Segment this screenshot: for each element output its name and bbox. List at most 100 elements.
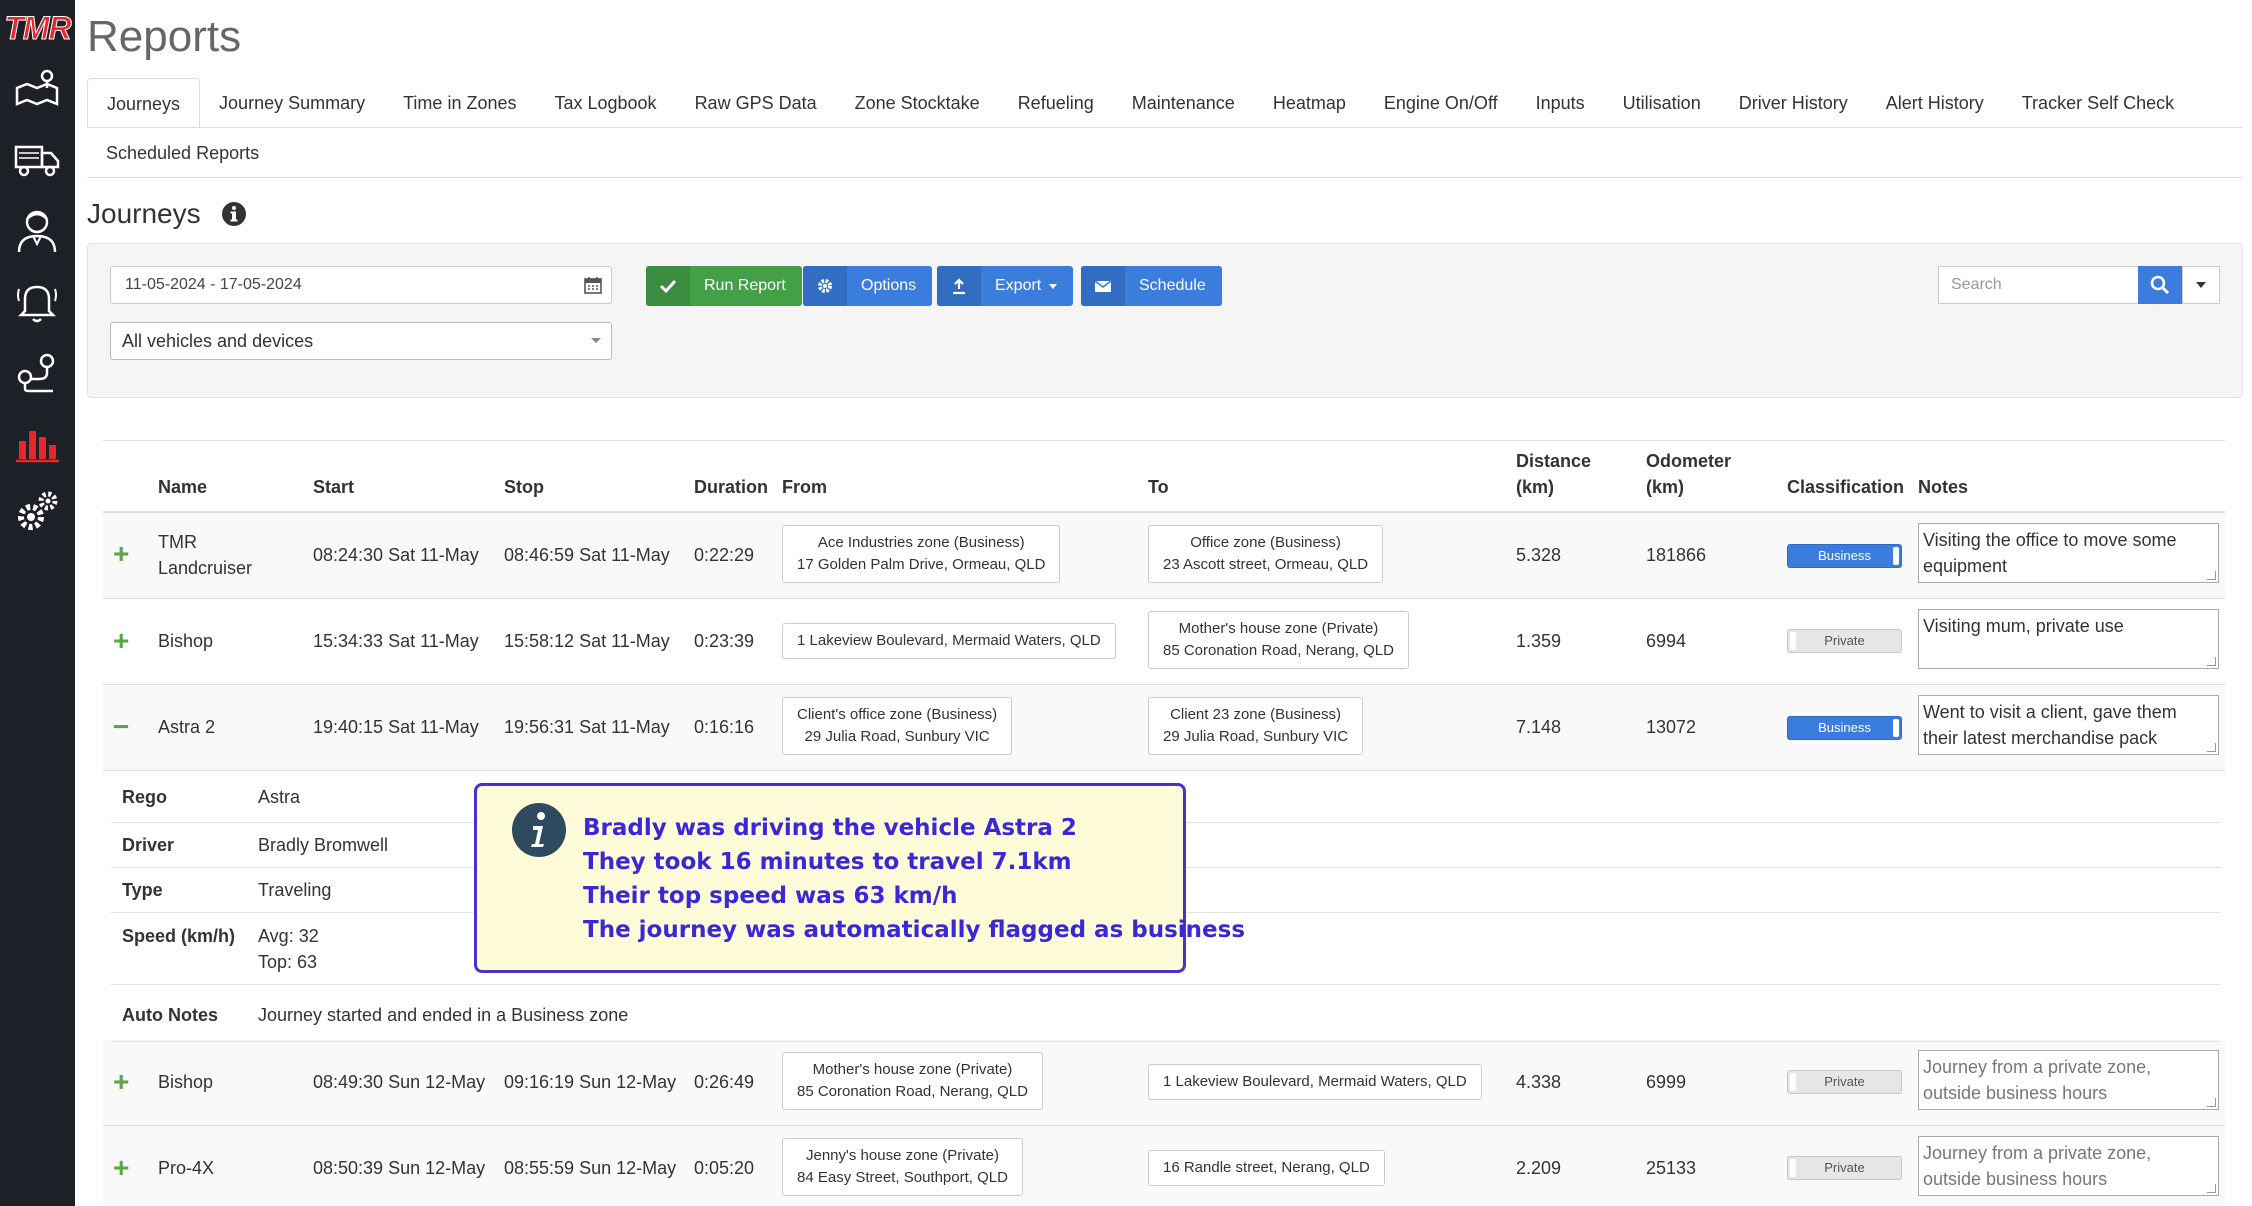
col-header-classification[interactable]: Classification bbox=[1787, 474, 1904, 500]
from-zone[interactable]: Ace Industries zone (Business) 17 Golden… bbox=[782, 525, 1061, 583]
tab-utilisation[interactable]: Utilisation bbox=[1604, 78, 1720, 128]
bar-chart-icon bbox=[16, 431, 59, 463]
classification-toggle[interactable]: Private bbox=[1787, 629, 1902, 653]
to-zone[interactable]: Client 23 zone (Business) 29 Julia Road,… bbox=[1148, 697, 1364, 755]
calendar-icon[interactable] bbox=[583, 275, 603, 295]
table-row[interactable]: + TMR Landcruiser 08:24:30 Sat 11-May 08… bbox=[103, 513, 2225, 599]
info-icon[interactable] bbox=[221, 201, 247, 227]
table-row[interactable]: − Astra 2 19:40:15 Sat 11-May 19:56:31 S… bbox=[103, 685, 2225, 771]
col-header-duration[interactable]: Duration bbox=[694, 474, 768, 500]
to-zone[interactable]: 1 Lakeview Boulevard, Mermaid Waters, QL… bbox=[1148, 1064, 1482, 1100]
truck-icon bbox=[14, 145, 60, 177]
table-row[interactable]: + Bishop 08:49:30 Sun 12-May 09:16:19 Su… bbox=[103, 1040, 2225, 1126]
sidebar-item-journeys[interactable] bbox=[9, 62, 65, 118]
expand-icon[interactable]: + bbox=[113, 627, 129, 655]
sidebar-item-vehicles[interactable] bbox=[9, 131, 65, 187]
col-header-name[interactable]: Name bbox=[158, 474, 207, 500]
row-duration: 0:22:29 bbox=[694, 545, 755, 565]
detail-value-avg: Avg: 32 bbox=[258, 926, 319, 946]
tab-tax-logbook[interactable]: Tax Logbook bbox=[535, 78, 675, 128]
tab-zone-stocktake[interactable]: Zone Stocktake bbox=[836, 78, 999, 128]
map-route-icon bbox=[15, 69, 59, 106]
tab-tracker-self-check[interactable]: Tracker Self Check bbox=[2003, 78, 2193, 128]
detail-label: Driver bbox=[122, 835, 175, 855]
chevron-down-icon bbox=[591, 338, 601, 343]
notes-textarea[interactable]: Journey from a private zone, outside bus… bbox=[1918, 1050, 2219, 1110]
notes-textarea[interactable]: Visiting mum, private use bbox=[1918, 609, 2219, 669]
detail-value: Bradly Bromwell bbox=[258, 835, 389, 855]
to-zone-address: 1 Lakeview Boulevard, Mermaid Waters, QL… bbox=[1163, 1073, 1467, 1090]
notes-textarea[interactable]: Went to visit a client, gave them their … bbox=[1918, 695, 2219, 755]
expand-icon[interactable]: + bbox=[113, 540, 129, 568]
sidebar-item-zones[interactable] bbox=[9, 343, 65, 399]
row-distance: 5.328 bbox=[1516, 545, 1562, 565]
col-header-to[interactable]: To bbox=[1148, 474, 1169, 500]
tmr-logo[interactable]: TMR bbox=[0, 10, 75, 47]
search-button[interactable] bbox=[2138, 266, 2182, 304]
sidebar-item-settings[interactable] bbox=[9, 483, 65, 539]
col-header-notes[interactable]: Notes bbox=[1918, 474, 1968, 500]
row-distance: 4.338 bbox=[1516, 1072, 1562, 1092]
from-zone[interactable]: Client's office zone (Business) 29 Julia… bbox=[782, 697, 1013, 755]
from-zone[interactable]: Jenny's house zone (Private) 84 Easy Str… bbox=[782, 1138, 1023, 1196]
to-zone[interactable]: Mother's house zone (Private) 85 Coronat… bbox=[1148, 611, 1409, 669]
table-row[interactable]: + Bishop 15:34:33 Sat 11-May 15:58:12 Sa… bbox=[103, 599, 2225, 685]
from-zone-address: 17 Golden Palm Drive, Ormeau, QLD bbox=[797, 556, 1046, 573]
tab-journey-summary[interactable]: Journey Summary bbox=[200, 78, 384, 128]
search-placeholder: Search bbox=[1951, 276, 2002, 293]
from-zone[interactable]: Mother's house zone (Private) 85 Coronat… bbox=[782, 1052, 1043, 1110]
chevron-down-icon bbox=[1049, 283, 1058, 289]
date-range-input[interactable]: 11-05-2024 - 17-05-2024 bbox=[110, 266, 612, 304]
to-zone-name: Office zone (Business) bbox=[1190, 534, 1341, 551]
callout-line: Bradly was driving the vehicle Astra 2 bbox=[583, 815, 1077, 841]
row-name-line2: Landcruiser bbox=[158, 558, 253, 578]
expand-icon[interactable]: + bbox=[113, 1068, 129, 1096]
to-zone[interactable]: 16 Randle street, Nerang, QLD bbox=[1148, 1150, 1385, 1186]
tab-driver-history[interactable]: Driver History bbox=[1720, 78, 1867, 128]
classification-toggle[interactable]: Private bbox=[1787, 1156, 1902, 1180]
col-header-from[interactable]: From bbox=[782, 474, 827, 500]
schedule-button[interactable]: Schedule bbox=[1081, 266, 1222, 306]
tab-refueling[interactable]: Refueling bbox=[999, 78, 1113, 128]
tab-alert-history[interactable]: Alert History bbox=[1867, 78, 2003, 128]
location-pin-icon bbox=[17, 353, 55, 393]
classification-toggle[interactable]: Private bbox=[1787, 1070, 1902, 1094]
search-options-dropdown[interactable] bbox=[2182, 266, 2220, 304]
row-odometer: 181866 bbox=[1646, 545, 1707, 565]
sidebar-item-reports[interactable] bbox=[9, 413, 65, 469]
tab-raw-gps-data[interactable]: Raw GPS Data bbox=[676, 78, 836, 128]
col-header-distance[interactable]: Distance (km) bbox=[1516, 448, 1591, 500]
tab-engine-on-off[interactable]: Engine On/Off bbox=[1365, 78, 1517, 128]
tab-scheduled-reports[interactable]: Scheduled Reports bbox=[87, 128, 278, 178]
classification-toggle[interactable]: Business bbox=[1787, 544, 1902, 568]
row-distance: 1.359 bbox=[1516, 631, 1562, 651]
classification-toggle[interactable]: Business bbox=[1787, 716, 1902, 740]
vehicle-select-value: All vehicles and devices bbox=[122, 331, 314, 351]
from-zone-address: 29 Julia Road, Sunbury VIC bbox=[804, 728, 990, 745]
to-zone[interactable]: Office zone (Business) 23 Ascott street,… bbox=[1148, 525, 1384, 583]
col-header-stop[interactable]: Stop bbox=[504, 474, 544, 500]
notes-textarea[interactable]: Visiting the office to move some equipme… bbox=[1918, 523, 2219, 583]
col-header-odometer[interactable]: Odometer (km) bbox=[1646, 448, 1731, 500]
export-button[interactable]: Export bbox=[937, 266, 1074, 306]
tab-heatmap[interactable]: Heatmap bbox=[1254, 78, 1365, 128]
table-row[interactable]: + Pro-4X 08:50:39 Sun 12-May 08:55:59 Su… bbox=[103, 1126, 2225, 1206]
sidebar-item-drivers[interactable] bbox=[9, 202, 65, 258]
tab-inputs[interactable]: Inputs bbox=[1517, 78, 1604, 128]
sidebar-item-alerts[interactable] bbox=[9, 273, 65, 329]
col-header-start[interactable]: Start bbox=[313, 474, 354, 500]
detail-label: Speed (km/h) bbox=[122, 926, 236, 946]
vehicle-select[interactable]: All vehicles and devices bbox=[110, 322, 612, 360]
collapse-icon[interactable]: − bbox=[113, 713, 129, 741]
from-zone[interactable]: 1 Lakeview Boulevard, Mermaid Waters, QL… bbox=[782, 623, 1116, 659]
tab-journeys[interactable]: Journeys bbox=[87, 78, 201, 128]
expand-icon[interactable]: + bbox=[113, 1154, 129, 1182]
options-button[interactable]: Options bbox=[803, 266, 933, 306]
tab-time-in-zones[interactable]: Time in Zones bbox=[384, 78, 535, 128]
row-start: 19:40:15 Sat 11-May bbox=[313, 717, 479, 737]
search-input[interactable]: Search bbox=[1938, 266, 2138, 304]
notes-textarea[interactable]: Journey from a private zone, outside bus… bbox=[1918, 1136, 2219, 1196]
tab-maintenance[interactable]: Maintenance bbox=[1113, 78, 1254, 128]
tab-divider bbox=[87, 177, 2242, 178]
run-report-button[interactable]: Run Report bbox=[646, 266, 802, 306]
